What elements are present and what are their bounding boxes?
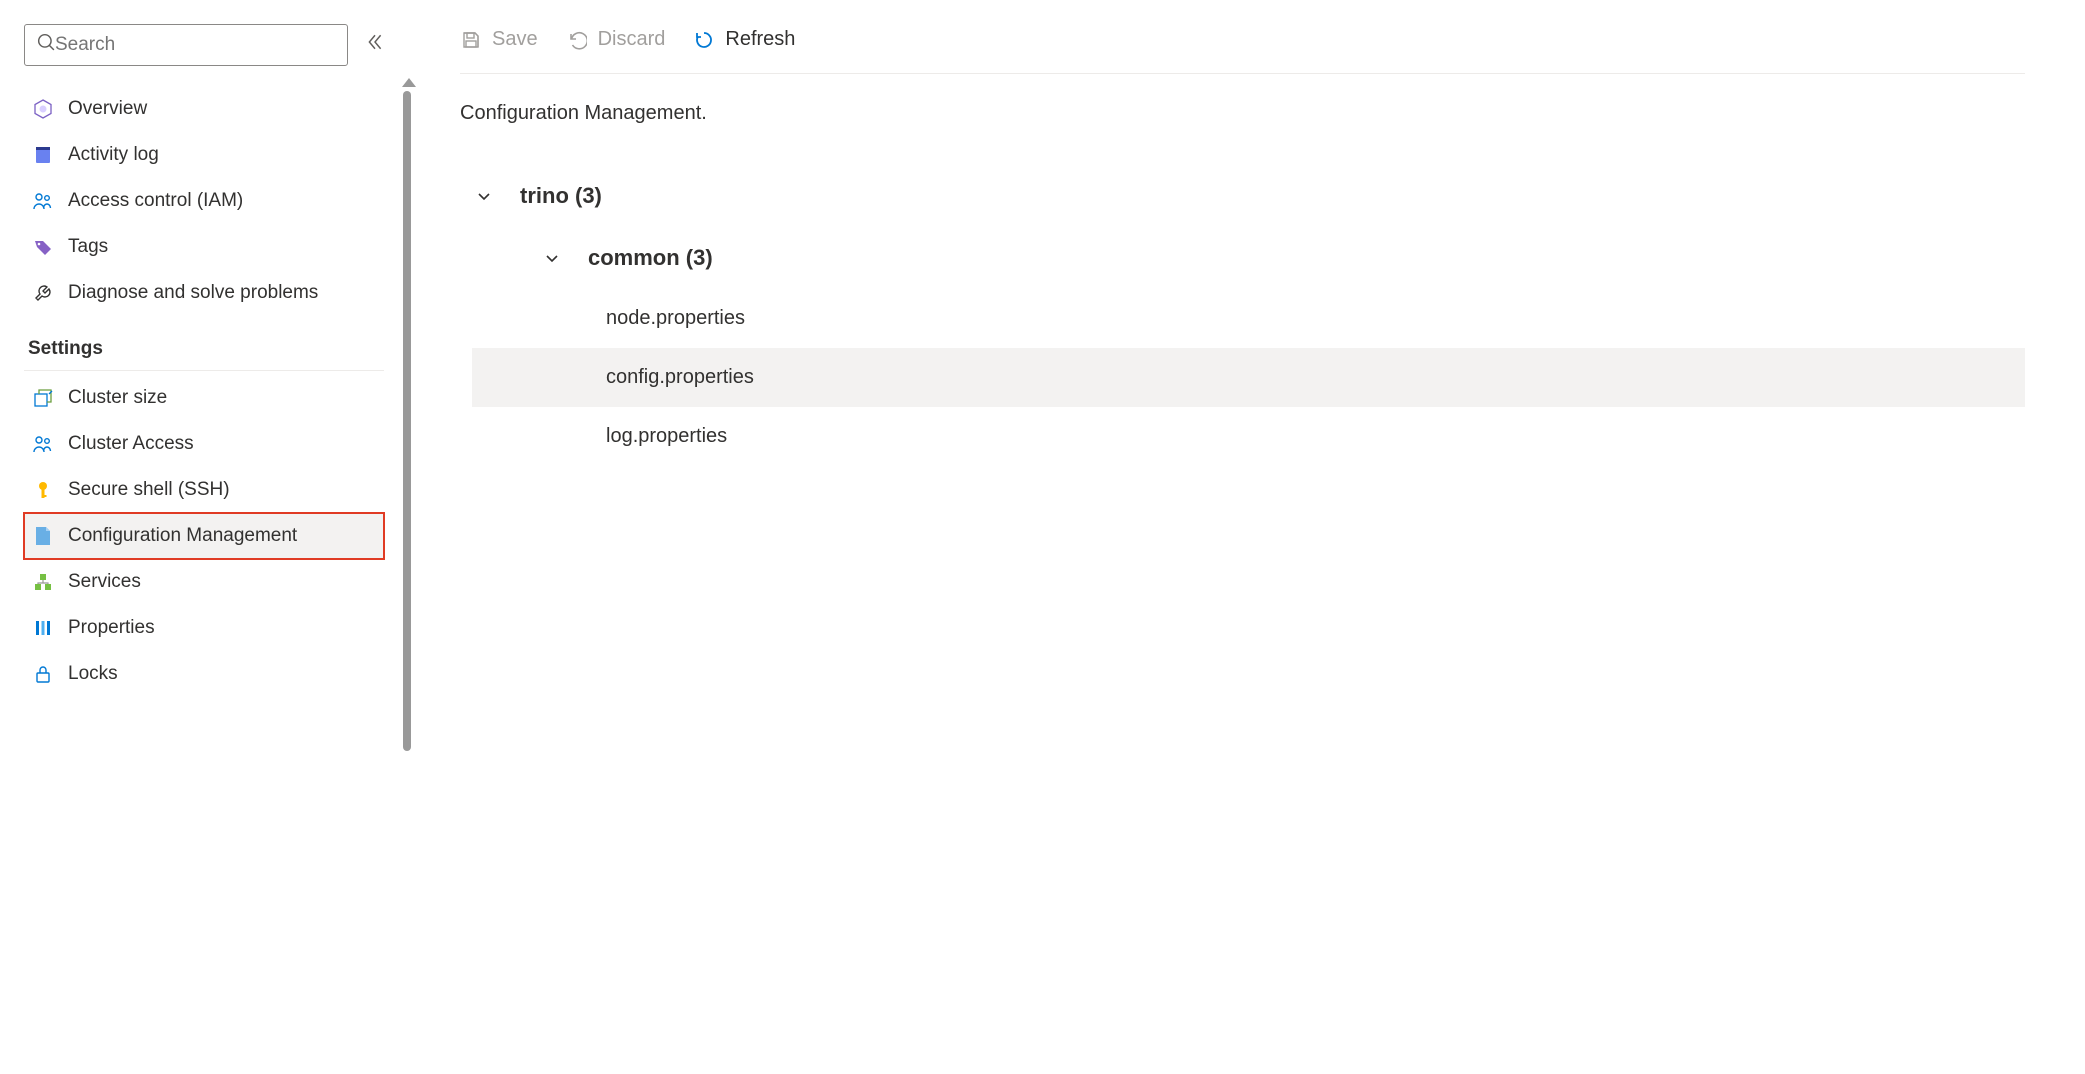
tree-file-node-properties[interactable]: node.properties [472, 289, 2025, 348]
sidebar-item-label: Secure shell (SSH) [68, 479, 230, 501]
sidebar-item-label: Access control (IAM) [68, 190, 243, 212]
services-icon [32, 571, 54, 593]
overview-icon [32, 98, 54, 120]
sidebar-item-cluster-size[interactable]: Cluster size [24, 375, 384, 421]
sidebar-item-overview[interactable]: Overview [24, 86, 384, 132]
key-icon [32, 479, 54, 501]
save-label: Save [492, 28, 538, 51]
sidebar-item-activity-log[interactable]: Activity log [24, 132, 384, 178]
sidebar-item-label: Overview [68, 98, 147, 120]
sidebar-item-secure-shell[interactable]: Secure shell (SSH) [24, 467, 384, 513]
tree-file-log-properties[interactable]: log.properties [472, 407, 2025, 466]
activity-log-icon [32, 144, 54, 166]
config-tree: trino (3) common (3) node.properties con… [472, 165, 2025, 466]
sidebar-item-label: Activity log [68, 144, 159, 166]
refresh-button[interactable]: Refresh [693, 28, 795, 51]
chevron-down-icon [540, 250, 564, 266]
nav-list-top: Overview Activity log Access control (IA… [24, 86, 384, 316]
search-box[interactable] [24, 24, 348, 66]
access-control-icon [32, 190, 54, 212]
nav-list-settings: Cluster size Cluster Access Secure shell… [24, 375, 384, 697]
tree-file-label: config.properties [606, 366, 754, 388]
chevron-down-icon [472, 188, 496, 204]
page-description: Configuration Management. [460, 102, 2025, 125]
sidebar-item-label: Locks [68, 663, 118, 685]
tree-node-label: trino (3) [520, 183, 602, 209]
discard-button[interactable]: Discard [566, 28, 666, 51]
cluster-access-icon [32, 433, 54, 455]
file-icon [32, 525, 54, 547]
search-input[interactable] [55, 34, 335, 56]
diagnose-icon [32, 282, 54, 304]
sidebar-item-label: Services [68, 571, 141, 593]
collapse-sidebar-icon[interactable] [366, 33, 384, 57]
sidebar-item-label: Configuration Management [68, 525, 297, 547]
sidebar-item-access-control[interactable]: Access control (IAM) [24, 178, 384, 224]
tree-node-common[interactable]: common (3) [472, 227, 2025, 289]
search-icon [37, 33, 55, 57]
refresh-icon [693, 29, 715, 51]
lock-icon [32, 663, 54, 685]
tags-icon [32, 236, 54, 258]
save-icon [460, 29, 482, 51]
sidebar: Overview Activity log Access control (IA… [0, 0, 400, 1074]
discard-label: Discard [598, 28, 666, 51]
tree-file-label: node.properties [606, 307, 745, 329]
sidebar-item-label: Diagnose and solve problems [68, 282, 318, 304]
sidebar-item-services[interactable]: Services [24, 559, 384, 605]
sidebar-item-tags[interactable]: Tags [24, 224, 384, 270]
sidebar-item-configuration-management[interactable]: Configuration Management [24, 513, 384, 559]
tree-file-label: log.properties [606, 425, 727, 447]
command-bar: Save Discard Refresh [460, 28, 2025, 74]
discard-icon [566, 29, 588, 51]
sidebar-item-label: Cluster size [68, 387, 167, 409]
sidebar-item-cluster-access[interactable]: Cluster Access [24, 421, 384, 467]
save-button[interactable]: Save [460, 28, 538, 51]
refresh-label: Refresh [725, 28, 795, 51]
sidebar-item-locks[interactable]: Locks [24, 651, 384, 697]
sidebar-item-label: Tags [68, 236, 108, 258]
tree-node-trino[interactable]: trino (3) [472, 165, 2025, 227]
cluster-size-icon [32, 387, 54, 409]
sidebar-item-label: Properties [68, 617, 155, 639]
sidebar-item-properties[interactable]: Properties [24, 605, 384, 651]
main-content: Save Discard Refresh Configuration Manag… [400, 0, 2085, 1074]
sidebar-item-label: Cluster Access [68, 433, 194, 455]
tree-node-label: common (3) [588, 245, 713, 271]
settings-section-header: Settings [24, 316, 384, 371]
sidebar-item-diagnose[interactable]: Diagnose and solve problems [24, 270, 384, 316]
properties-icon [32, 617, 54, 639]
tree-file-config-properties[interactable]: config.properties [472, 348, 2025, 407]
